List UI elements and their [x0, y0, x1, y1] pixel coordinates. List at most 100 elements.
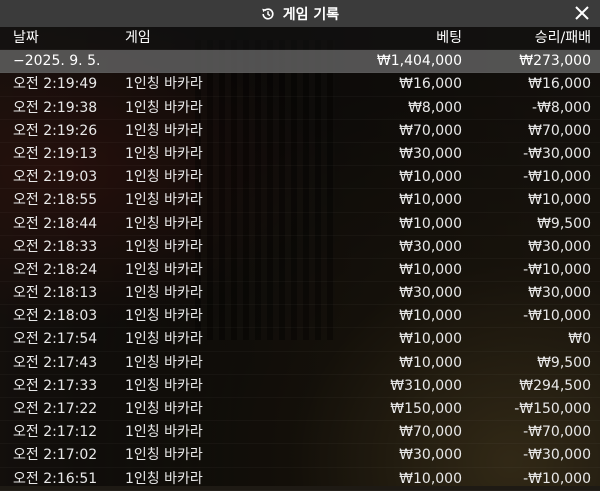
table-row[interactable]: 오전 2:19:38 1인칭 바카라 ₩8,000 -₩8,000	[0, 97, 600, 120]
row-bet: ₩30,000	[399, 145, 462, 162]
row-result: ₩70,000	[528, 122, 591, 139]
table-row[interactable]: 오전 2:19:03 1인칭 바카라 ₩10,000 -₩10,000	[0, 166, 600, 189]
row-time: 오전 2:16:51	[13, 470, 98, 487]
table-row[interactable]: 오전 2:16:51 1인칭 바카라 ₩10,000 -₩10,000	[0, 468, 600, 491]
row-bet: ₩10,000	[399, 354, 462, 371]
row-time: 오전 2:17:43	[13, 354, 98, 371]
title-bar: 게임 기록	[0, 0, 600, 27]
row-bet: ₩10,000	[399, 331, 462, 348]
table-row[interactable]: 오전 2:19:26 1인칭 바카라 ₩70,000 ₩70,000	[0, 120, 600, 143]
column-header-bet[interactable]: 베팅	[436, 27, 462, 49]
row-game: 1인칭 바카라	[125, 122, 203, 139]
table-row[interactable]: 오전 2:19:13 1인칭 바카라 ₩30,000 -₩30,000	[0, 143, 600, 166]
table-row[interactable]: 오전 2:17:54 1인칭 바카라 ₩10,000 ₩0	[0, 328, 600, 351]
table-row[interactable]: 오전 2:18:44 1인칭 바카라 ₩10,000 ₩9,500	[0, 213, 600, 236]
row-result: -₩150,000	[514, 401, 591, 417]
row-result: ₩0	[568, 331, 591, 348]
date-summary-row[interactable]: −2025. 9. 5. ₩1,404,000 ₩273,000	[0, 50, 600, 74]
row-bet: ₩70,000	[399, 424, 462, 441]
row-time: 오전 2:18:33	[13, 238, 98, 255]
row-bet: ₩10,000	[399, 192, 462, 209]
row-time: 오전 2:19:49	[13, 76, 98, 93]
row-result: ₩16,000	[528, 76, 591, 93]
column-header-result[interactable]: 승리/패배	[535, 27, 591, 49]
table-header: 날짜 게임 베팅 승리/패배	[0, 27, 600, 51]
row-result: ₩9,500	[537, 215, 591, 232]
row-bet: ₩30,000	[399, 238, 462, 255]
row-result: -₩10,000	[523, 169, 591, 186]
row-bet: ₩10,000	[399, 470, 462, 487]
row-time: 오전 2:19:26	[13, 122, 98, 139]
row-result: -₩10,000	[523, 308, 591, 325]
row-bet: ₩30,000	[399, 447, 462, 464]
row-time: 오전 2:18:03	[13, 308, 98, 325]
row-result: -₩30,000	[523, 447, 591, 464]
row-game: 1인칭 바카라	[125, 424, 203, 441]
row-result: ₩10,000	[528, 192, 591, 209]
table-row[interactable]: 오전 2:17:33 1인칭 바카라 ₩310,000 ₩294,500	[0, 375, 600, 398]
row-time: 오전 2:18:24	[13, 261, 98, 278]
row-time: 오전 2:19:38	[13, 99, 98, 116]
row-game: 1인칭 바카라	[125, 377, 203, 394]
table-row[interactable]: 오전 2:18:33 1인칭 바카라 ₩30,000 ₩30,000	[0, 236, 600, 259]
row-game: 1인칭 바카라	[125, 99, 203, 116]
history-rows: 오전 2:19:49 1인칭 바카라 ₩16,000 ₩16,000 오전 2:19:3…	[0, 73, 600, 490]
row-time: 오전 2:18:13	[13, 285, 98, 302]
row-bet: ₩30,000	[399, 285, 462, 302]
row-game: 1인칭 바카라	[125, 308, 203, 325]
close-button[interactable]	[572, 3, 592, 23]
table-row[interactable]: 오전 2:17:22 1인칭 바카라 ₩150,000 -₩150,000	[0, 398, 600, 421]
table-row[interactable]: 오전 2:18:03 1인칭 바카라 ₩10,000 -₩10,000	[0, 305, 600, 328]
dialog-title: 게임 기록	[282, 6, 340, 23]
row-time: 오전 2:17:22	[13, 401, 98, 417]
row-result: -₩30,000	[523, 145, 591, 162]
table-row[interactable]: 오전 2:17:02 1인칭 바카라 ₩30,000 -₩30,000	[0, 444, 600, 467]
close-icon	[575, 6, 589, 20]
row-bet: ₩150,000	[390, 401, 462, 417]
row-bet: ₩16,000	[399, 76, 462, 93]
summary-date: −2025. 9. 5.	[13, 53, 101, 70]
summary-result-total: ₩273,000	[519, 53, 591, 70]
row-result: -₩10,000	[523, 261, 591, 278]
row-time: 오전 2:17:33	[13, 377, 98, 394]
history-icon	[261, 7, 275, 21]
table-row[interactable]: 오전 2:17:43 1인칭 바카라 ₩10,000 ₩9,500	[0, 352, 600, 375]
row-time: 오전 2:18:44	[13, 215, 98, 232]
row-time: 오전 2:19:03	[13, 169, 98, 186]
row-game: 1인칭 바카라	[125, 238, 203, 255]
row-time: 오전 2:19:13	[13, 145, 98, 162]
row-game: 1인칭 바카라	[125, 401, 203, 417]
row-game: 1인칭 바카라	[125, 285, 203, 302]
row-bet: ₩8,000	[408, 99, 462, 116]
row-bet: ₩70,000	[399, 122, 462, 139]
row-bet: ₩10,000	[399, 308, 462, 325]
row-game: 1인칭 바카라	[125, 354, 203, 371]
row-result: ₩30,000	[528, 285, 591, 302]
row-result: -₩70,000	[523, 424, 591, 441]
table-row[interactable]: 오전 2:19:49 1인칭 바카라 ₩16,000 ₩16,000	[0, 73, 600, 96]
row-game: 1인칭 바카라	[125, 76, 203, 93]
table-row[interactable]: 오전 2:18:13 1인칭 바카라 ₩30,000 ₩30,000	[0, 282, 600, 305]
table-row[interactable]: 오전 2:18:55 1인칭 바카라 ₩10,000 ₩10,000	[0, 189, 600, 212]
row-result: -₩8,000	[532, 99, 591, 116]
row-time: 오전 2:18:55	[13, 192, 98, 209]
row-result: ₩9,500	[537, 354, 591, 371]
row-bet: ₩310,000	[390, 377, 462, 394]
summary-bet-total: ₩1,404,000	[376, 53, 462, 70]
table-row[interactable]: 오전 2:18:24 1인칭 바카라 ₩10,000 -₩10,000	[0, 259, 600, 282]
row-game: 1인칭 바카라	[125, 470, 203, 487]
row-bet: ₩10,000	[399, 261, 462, 278]
row-result: ₩294,500	[519, 377, 591, 394]
row-result: -₩10,000	[523, 470, 591, 487]
row-bet: ₩10,000	[399, 215, 462, 232]
row-game: 1인칭 바카라	[125, 215, 203, 232]
row-game: 1인칭 바카라	[125, 331, 203, 348]
game-history-table: 날짜 게임 베팅 승리/패배 −2025. 9. 5. ₩1,404,000 ₩…	[0, 27, 600, 491]
row-game: 1인칭 바카라	[125, 261, 203, 278]
row-game: 1인칭 바카라	[125, 145, 203, 162]
table-row[interactable]: 오전 2:17:12 1인칭 바카라 ₩70,000 -₩70,000	[0, 421, 600, 444]
row-time: 오전 2:17:12	[13, 424, 98, 441]
column-header-game[interactable]: 게임	[125, 27, 151, 49]
row-bet: ₩10,000	[399, 169, 462, 186]
column-header-date[interactable]: 날짜	[13, 27, 39, 49]
